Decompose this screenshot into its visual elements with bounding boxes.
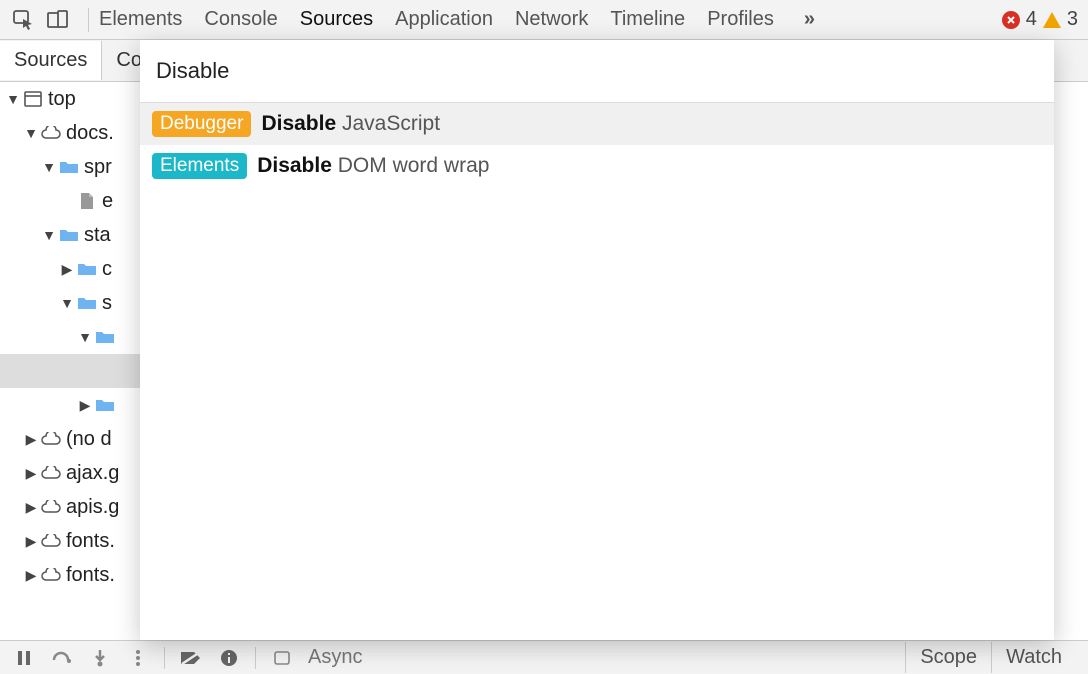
disclosure-right-icon[interactable]: ▶ [24, 499, 38, 516]
disclosure-down-icon[interactable]: ▼ [78, 329, 92, 345]
tree-row[interactable]: ▶ (no d [0, 422, 140, 456]
disclosure-right-icon[interactable]: ▶ [60, 261, 74, 278]
disclosure-down-icon[interactable]: ▼ [6, 91, 20, 107]
disclosure-down-icon[interactable]: ▼ [42, 227, 56, 243]
error-icon[interactable] [1002, 11, 1020, 29]
warning-icon[interactable] [1043, 12, 1061, 28]
command-item-text: Disable JavaScript [261, 112, 440, 136]
sources-sub-tab-sources[interactable]: Sources [0, 41, 102, 80]
tree-row[interactable] [0, 354, 140, 388]
tree-row[interactable]: ▼ [0, 320, 140, 354]
disclosure-down-icon[interactable]: ▼ [60, 295, 74, 311]
command-menu: Debugger Disable JavaScript Elements Disabl… [140, 40, 1054, 640]
step-into-icon[interactable] [88, 646, 112, 670]
command-section-badge: Debugger [152, 111, 251, 137]
tree-label: fonts. [66, 530, 115, 553]
command-menu-results: Debugger Disable JavaScript Elements Disabl… [140, 103, 1054, 187]
tree-row[interactable]: ▶ ajax.g [0, 456, 140, 490]
tab-console[interactable]: Console [204, 8, 277, 31]
cloud-icon [40, 534, 62, 548]
file-icon [76, 192, 98, 210]
pause-on-exceptions-icon[interactable] [217, 646, 241, 670]
tree-label: apis.g [66, 496, 119, 519]
disclosure-right-icon[interactable]: ▶ [24, 431, 38, 448]
tab-elements[interactable]: Elements [99, 8, 182, 31]
deactivate-breakpoints-icon[interactable] [179, 646, 203, 670]
async-label: Async [308, 646, 362, 669]
tab-application[interactable]: Application [395, 8, 493, 31]
tree-row[interactable]: ▶ apis.g [0, 490, 140, 524]
command-menu-input[interactable] [140, 40, 1054, 103]
frame-icon [22, 91, 44, 107]
tree-row[interactable]: ▼ sta [0, 218, 140, 252]
error-count: 4 [1026, 8, 1037, 31]
inspect-icon[interactable] [10, 8, 38, 32]
tree-row[interactable]: ▼s [0, 286, 140, 320]
tab-timeline[interactable]: Timeline [610, 8, 685, 31]
debugger-right-tabs: Scope Watch [905, 642, 1076, 673]
tree-label: (no d [66, 428, 112, 451]
tree-row[interactable]: ▶c [0, 252, 140, 286]
command-section-badge: Elements [152, 153, 247, 179]
file-tree: ▼top▼docs.▼spre▼sta▶c▼s▼▶▶(no d▶ajax.g▶a… [0, 82, 140, 640]
devtools-tabs: Elements Console Sources Application Net… [99, 8, 1002, 31]
disclosure-down-icon[interactable]: ▼ [42, 159, 56, 175]
debugger-toolbar: Async Scope Watch [0, 640, 1088, 674]
folder-icon [58, 160, 80, 174]
folder-icon [76, 296, 98, 310]
tree-label: c [102, 258, 112, 281]
folder-icon [94, 330, 116, 344]
more-controls-icon[interactable] [126, 646, 150, 670]
tree-label: docs. [66, 122, 114, 145]
toolbar-separator [255, 647, 256, 669]
cloud-icon [40, 500, 62, 514]
tree-row[interactable]: ▼ docs. [0, 116, 140, 150]
status-indicators: 4 3 [1002, 8, 1078, 31]
toolbar-separator [88, 8, 89, 32]
tree-label: fonts. [66, 564, 115, 587]
step-over-icon[interactable] [50, 646, 74, 670]
tree-row[interactable]: e [0, 184, 140, 218]
tree-row[interactable]: ▶ fonts. [0, 558, 140, 592]
tree-row[interactable]: ▶ [0, 388, 140, 422]
warning-count: 3 [1067, 8, 1078, 31]
disclosure-right-icon[interactable]: ▶ [24, 465, 38, 482]
tab-profiles[interactable]: Profiles [707, 8, 774, 31]
devtools-top-toolbar: Elements Console Sources Application Net… [0, 0, 1088, 40]
disclosure-down-icon[interactable]: ▼ [24, 125, 38, 141]
tree-row[interactable]: ▶ fonts. [0, 524, 140, 558]
cloud-icon [40, 432, 62, 446]
tree-label: e [102, 190, 113, 213]
command-item-text: Disable DOM word wrap [257, 154, 489, 178]
folder-icon [76, 262, 98, 276]
tree-label: top [48, 88, 76, 111]
cloud-icon [40, 126, 62, 140]
command-menu-item[interactable]: Debugger Disable JavaScript [140, 103, 1054, 145]
tree-label: spr [84, 156, 112, 179]
tab-sources[interactable]: Sources [300, 8, 373, 31]
tree-label: s [102, 292, 112, 315]
tree-label: sta [84, 224, 111, 247]
scope-tab[interactable]: Scope [905, 642, 991, 673]
device-mode-icon[interactable] [44, 8, 72, 32]
watch-tab[interactable]: Watch [991, 642, 1076, 673]
tab-network[interactable]: Network [515, 8, 588, 31]
disclosure-right-icon[interactable]: ▶ [78, 397, 92, 414]
folder-icon [94, 398, 116, 412]
disclosure-right-icon[interactable]: ▶ [24, 567, 38, 584]
tree-row[interactable]: ▼ spr [0, 150, 140, 184]
cloud-icon [40, 466, 62, 480]
pause-icon[interactable] [12, 646, 36, 670]
tree-label: ajax.g [66, 462, 119, 485]
disclosure-right-icon[interactable]: ▶ [24, 533, 38, 550]
tree-row[interactable]: ▼ top [0, 82, 140, 116]
folder-icon [58, 228, 80, 242]
cloud-icon [40, 568, 62, 582]
more-tabs-icon[interactable]: » [804, 8, 815, 31]
async-checkbox-icon[interactable] [270, 646, 294, 670]
command-menu-item[interactable]: Elements Disable DOM word wrap [140, 145, 1054, 187]
toolbar-separator [164, 647, 165, 669]
